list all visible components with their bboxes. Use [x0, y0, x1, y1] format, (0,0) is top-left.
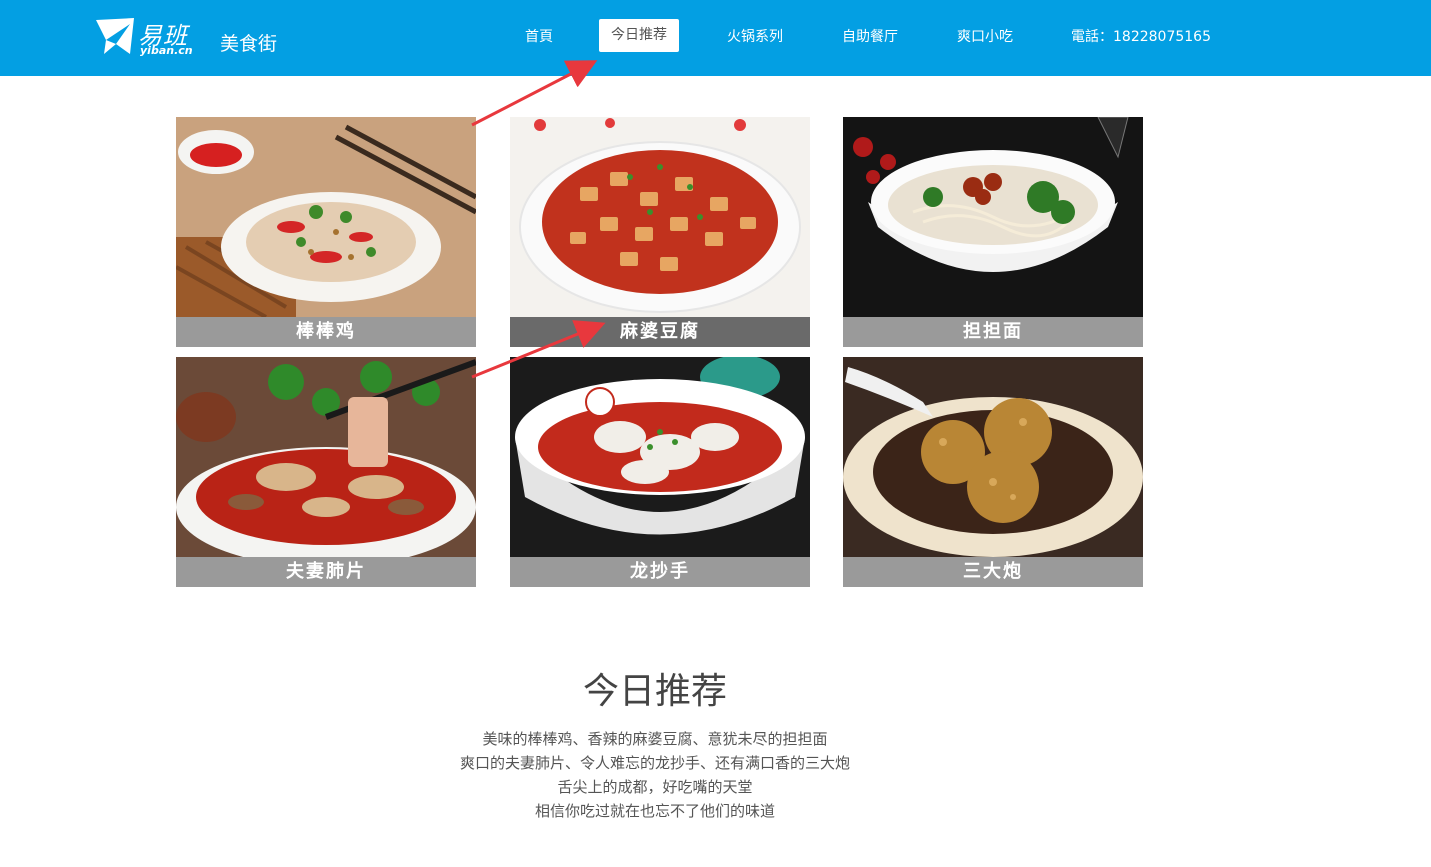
yiban-logo[interactable]: 易班 yiban.cn — [94, 14, 204, 62]
dish-name: 棒棒鸡 — [176, 317, 476, 347]
nav-hotpot[interactable]: 火锅系列 — [727, 26, 783, 46]
dish-card-fuqi-feipian[interactable]: 夫妻肺片 — [176, 357, 476, 587]
dish-name: 麻婆豆腐 — [510, 317, 810, 347]
dish-name: 夫妻肺片 — [176, 557, 476, 587]
nav-buffet[interactable]: 自助餐厅 — [842, 26, 898, 46]
nav-today-recommend[interactable]: 今日推荐 — [599, 19, 679, 52]
description-line-4: 相信你吃过就在也忘不了他们的味道 — [534, 802, 775, 820]
nav-phone: 電話：18228075165 — [1071, 29, 1211, 45]
dish-card-mapo-tofu[interactable]: 麻婆豆腐 — [510, 117, 810, 347]
dish-image — [843, 117, 1143, 317]
description-line-1: 美味的棒棒鸡、香辣的麻婆豆腐、意犹未尽的担担面 — [482, 730, 828, 748]
dish-card-dandan-noodles[interactable]: 担担面 — [843, 117, 1143, 347]
logo-plane-icon — [96, 18, 134, 54]
dish-image — [510, 357, 810, 557]
dish-image — [510, 117, 810, 317]
section-title: 今日推荐 — [582, 671, 727, 712]
dish-card-long-chaoshou[interactable]: 龙抄手 — [510, 357, 810, 587]
nav-snacks[interactable]: 爽口小吃 — [957, 26, 1013, 46]
dish-image — [176, 357, 476, 557]
description-line-3: 舌尖上的成都，好吃嘴的天堂 — [557, 778, 753, 796]
nav-home[interactable]: 首頁 — [525, 26, 553, 46]
dish-name: 担担面 — [843, 317, 1143, 347]
dish-image — [843, 357, 1143, 557]
dish-image — [176, 117, 476, 317]
dish-card-bangbang-chicken[interactable]: 棒棒鸡 — [176, 117, 476, 347]
dish-name: 龙抄手 — [510, 557, 810, 587]
dish-card-sandapao[interactable]: 三大炮 — [843, 357, 1143, 587]
site-name: 美食街 — [220, 33, 278, 55]
description-line-2: 爽口的夫妻肺片、令人难忘的龙抄手、还有满口香的三大炮 — [459, 754, 850, 772]
dish-name: 三大炮 — [843, 557, 1143, 587]
logo-subtext: yiban.cn — [140, 44, 193, 57]
top-nav-bar: 易班 yiban.cn 美食街 首頁 今日推荐 火锅系列 自助餐厅 爽口小吃 電… — [0, 0, 1431, 76]
